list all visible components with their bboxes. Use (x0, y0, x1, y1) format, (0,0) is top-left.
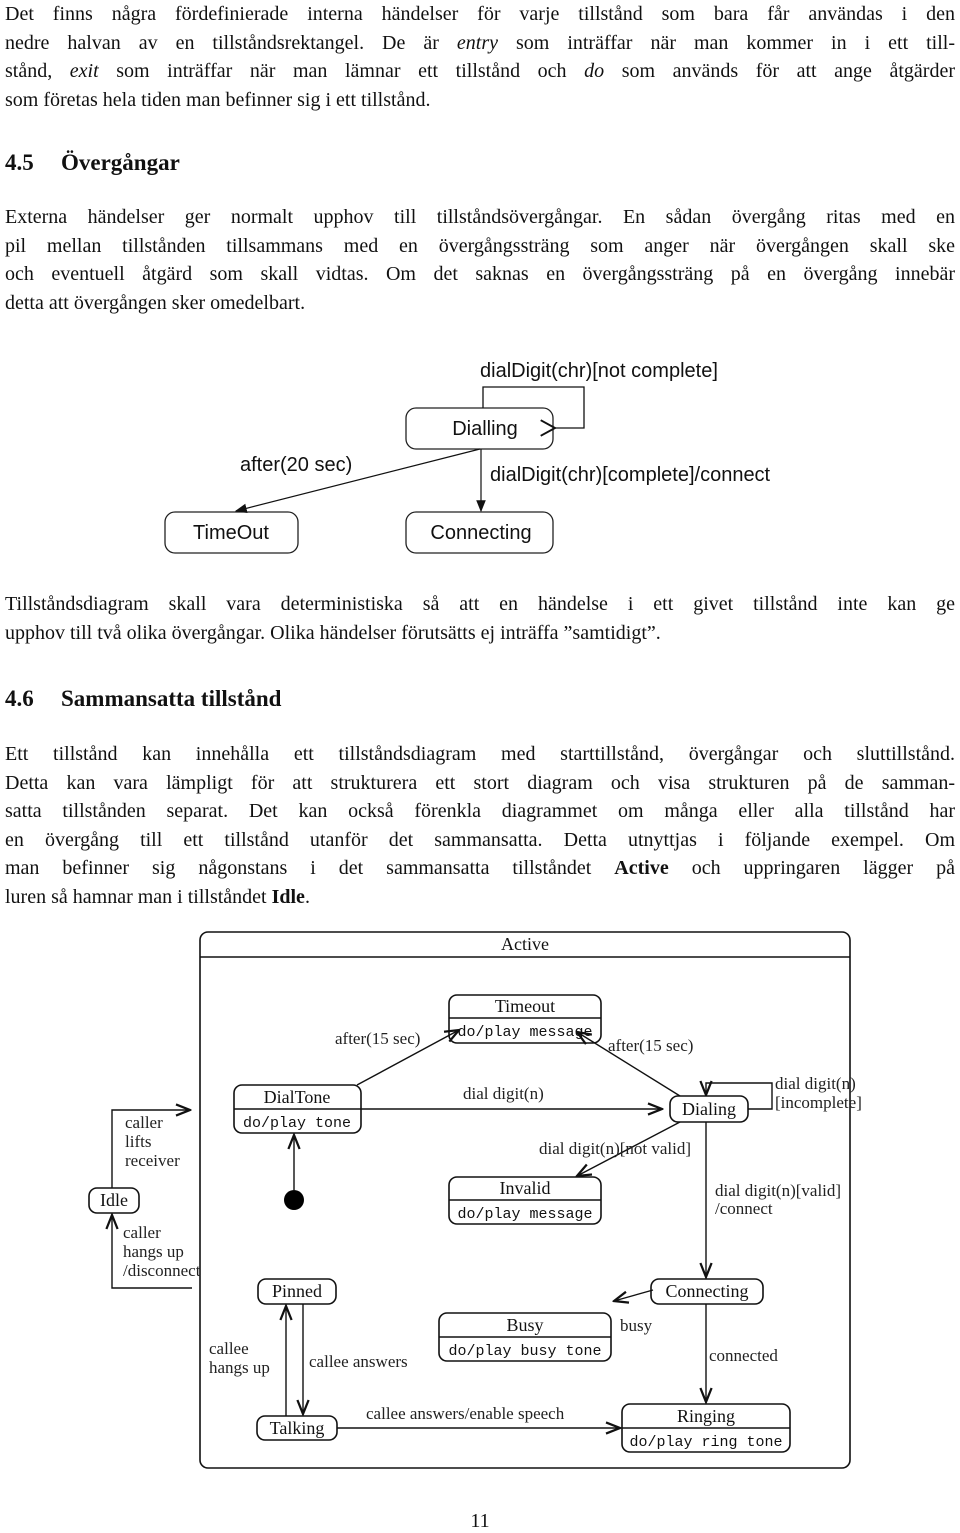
state-invalid-do: do/play message (457, 1206, 592, 1223)
label-hangs-2: hangs up (123, 1242, 184, 1261)
state-ringing (621, 1403, 791, 1453)
state-connecting (650, 1278, 764, 1305)
bold-term: Idle (271, 885, 305, 908)
label-incomplete-1: dial digit(n) (775, 1074, 856, 1093)
timeout-label: after(20 sec) (240, 454, 352, 476)
label-callee-hangs-1: callee (209, 1339, 249, 1358)
text-segment: satta tillstånden separat. Det kan också… (5, 800, 955, 822)
state-diagram-dialling: Dialling TimeOut Connecting dialDigit(ch… (164, 360, 771, 554)
state-busy-do: do/play busy tone (448, 1343, 601, 1360)
paragraph-composite: Ett tillstånd kan innehålla ett tillstån… (5, 740, 955, 911)
state-idle-label: Idle (100, 1190, 128, 1210)
label-hangs-1: caller (123, 1223, 161, 1242)
label-lifts-3: receiver (125, 1151, 180, 1170)
state-dialing-label: Dialing (682, 1099, 736, 1119)
initial-state-dot (284, 1190, 304, 1210)
text-line: satta tillstånden separat. Det kan också… (5, 797, 955, 826)
label-incomplete-2: [incomplete] (775, 1093, 862, 1112)
state-invalid (448, 1176, 602, 1225)
text-segment: . (304, 885, 310, 908)
text-segment: luren så hamnar man i tillståndet (5, 885, 272, 908)
label-lifts-2: lifts (125, 1132, 151, 1151)
paragraph-deterministic: Tillståndsdiagram skall vara determinist… (5, 590, 955, 647)
section-heading-4-6: 4.6 Sammansatta tillstånd (5, 686, 281, 712)
bold-term: Active (614, 857, 669, 879)
label-hangs-3: /disconnect (123, 1261, 201, 1280)
arrow-dialing-invalid (577, 1121, 681, 1176)
state-pinned-label: Pinned (272, 1281, 322, 1301)
label-connected: connected (709, 1346, 778, 1365)
text-line: en övergång till ett tillstånd utanför d… (5, 826, 955, 855)
label-callee-answers: callee answers (309, 1352, 408, 1371)
label-after-15-right: after(15 sec) (608, 1036, 693, 1055)
connecting-label: dialDigit(chr)[complete]/connect (490, 464, 771, 486)
state-timeout (448, 994, 602, 1044)
state-dialtone-label: DialTone (264, 1087, 331, 1107)
state-busy (438, 1312, 612, 1362)
label-lifts-1: caller (125, 1113, 163, 1132)
text-segment: upphov till två olika övergångar. Olika … (5, 621, 661, 644)
label-not-valid: dial digit(n)[not valid] (539, 1139, 691, 1158)
arrow-dialing-self (706, 1083, 773, 1110)
section-title: Sammansatta tillstånd (61, 686, 282, 711)
self-loop-label: dialDigit(chr)[not complete] (480, 360, 718, 382)
label-valid-2: /connect (715, 1199, 773, 1218)
arrow-dialing-timeout (577, 1032, 681, 1097)
state-talking (256, 1415, 338, 1441)
text-segment: Tillståndsdiagram skall vara determinist… (5, 593, 955, 615)
state-timeout-label: TimeOut (193, 522, 269, 544)
arrow-connecting-busy (614, 1289, 654, 1301)
state-timeout-do: do/play message (457, 1024, 592, 1041)
state-pinned (257, 1278, 337, 1305)
arrow-hangs-up (112, 1215, 192, 1289)
state-dialing (669, 1095, 749, 1123)
text-line: Ett tillstånd kan innehålla ett tillstån… (5, 740, 955, 769)
composite-active (199, 931, 851, 1469)
section-number: 4.6 (5, 686, 34, 711)
text-segment: man befinner sig någonstans i det samman… (5, 857, 615, 879)
label-dial-digit: dial digit(n) (463, 1084, 544, 1103)
state-ringing-do: do/play ring tone (629, 1434, 782, 1451)
composite-active-label: Active (501, 934, 549, 954)
state-invalid-label: Invalid (500, 1178, 551, 1198)
state-dialling-label: Dialling (452, 418, 518, 440)
text-segment: Ett tillstånd kan innehålla ett tillstån… (5, 743, 955, 765)
page-number: 11 (470, 1510, 490, 1532)
text-line: Tillståndsdiagram skall vara determinist… (5, 590, 955, 619)
text-line: man befinner sig någonstans i det samman… (5, 854, 955, 883)
state-timeout-label: Timeout (495, 996, 555, 1016)
text-segment: och uppringaren lägger på (668, 857, 955, 879)
text-segment: Detta kan vara lämpligt för att struktur… (5, 771, 955, 794)
state-idle (88, 1187, 140, 1214)
text-line: upphov till två olika övergångar. Olika … (5, 619, 955, 648)
state-busy-label: Busy (506, 1315, 543, 1335)
label-after-15-left: after(15 sec) (335, 1029, 420, 1048)
state-connecting-label: Connecting (430, 522, 531, 544)
state-talking-label: Talking (270, 1418, 325, 1438)
label-callee-hangs-2: hangs up (209, 1358, 270, 1377)
arrow-dialtone-timeout (356, 1030, 459, 1086)
state-dialtone-do: do/play tone (243, 1115, 351, 1132)
label-valid-1: dial digit(n)[valid] (715, 1181, 841, 1200)
label-enable-speech: callee answers/enable speech (366, 1404, 565, 1423)
text-segment: en övergång till ett tillstånd utanför d… (5, 828, 955, 851)
text-line: luren så hamnar man i tillståndet Idle. (5, 883, 955, 912)
label-busy: busy (620, 1316, 653, 1335)
state-dialtone (233, 1084, 362, 1134)
state-ringing-label: Ringing (677, 1406, 735, 1426)
text-line: Detta kan vara lämpligt för att struktur… (5, 769, 955, 798)
state-connecting-label: Connecting (666, 1281, 749, 1301)
arrow-lifts-receiver (111, 1110, 190, 1188)
